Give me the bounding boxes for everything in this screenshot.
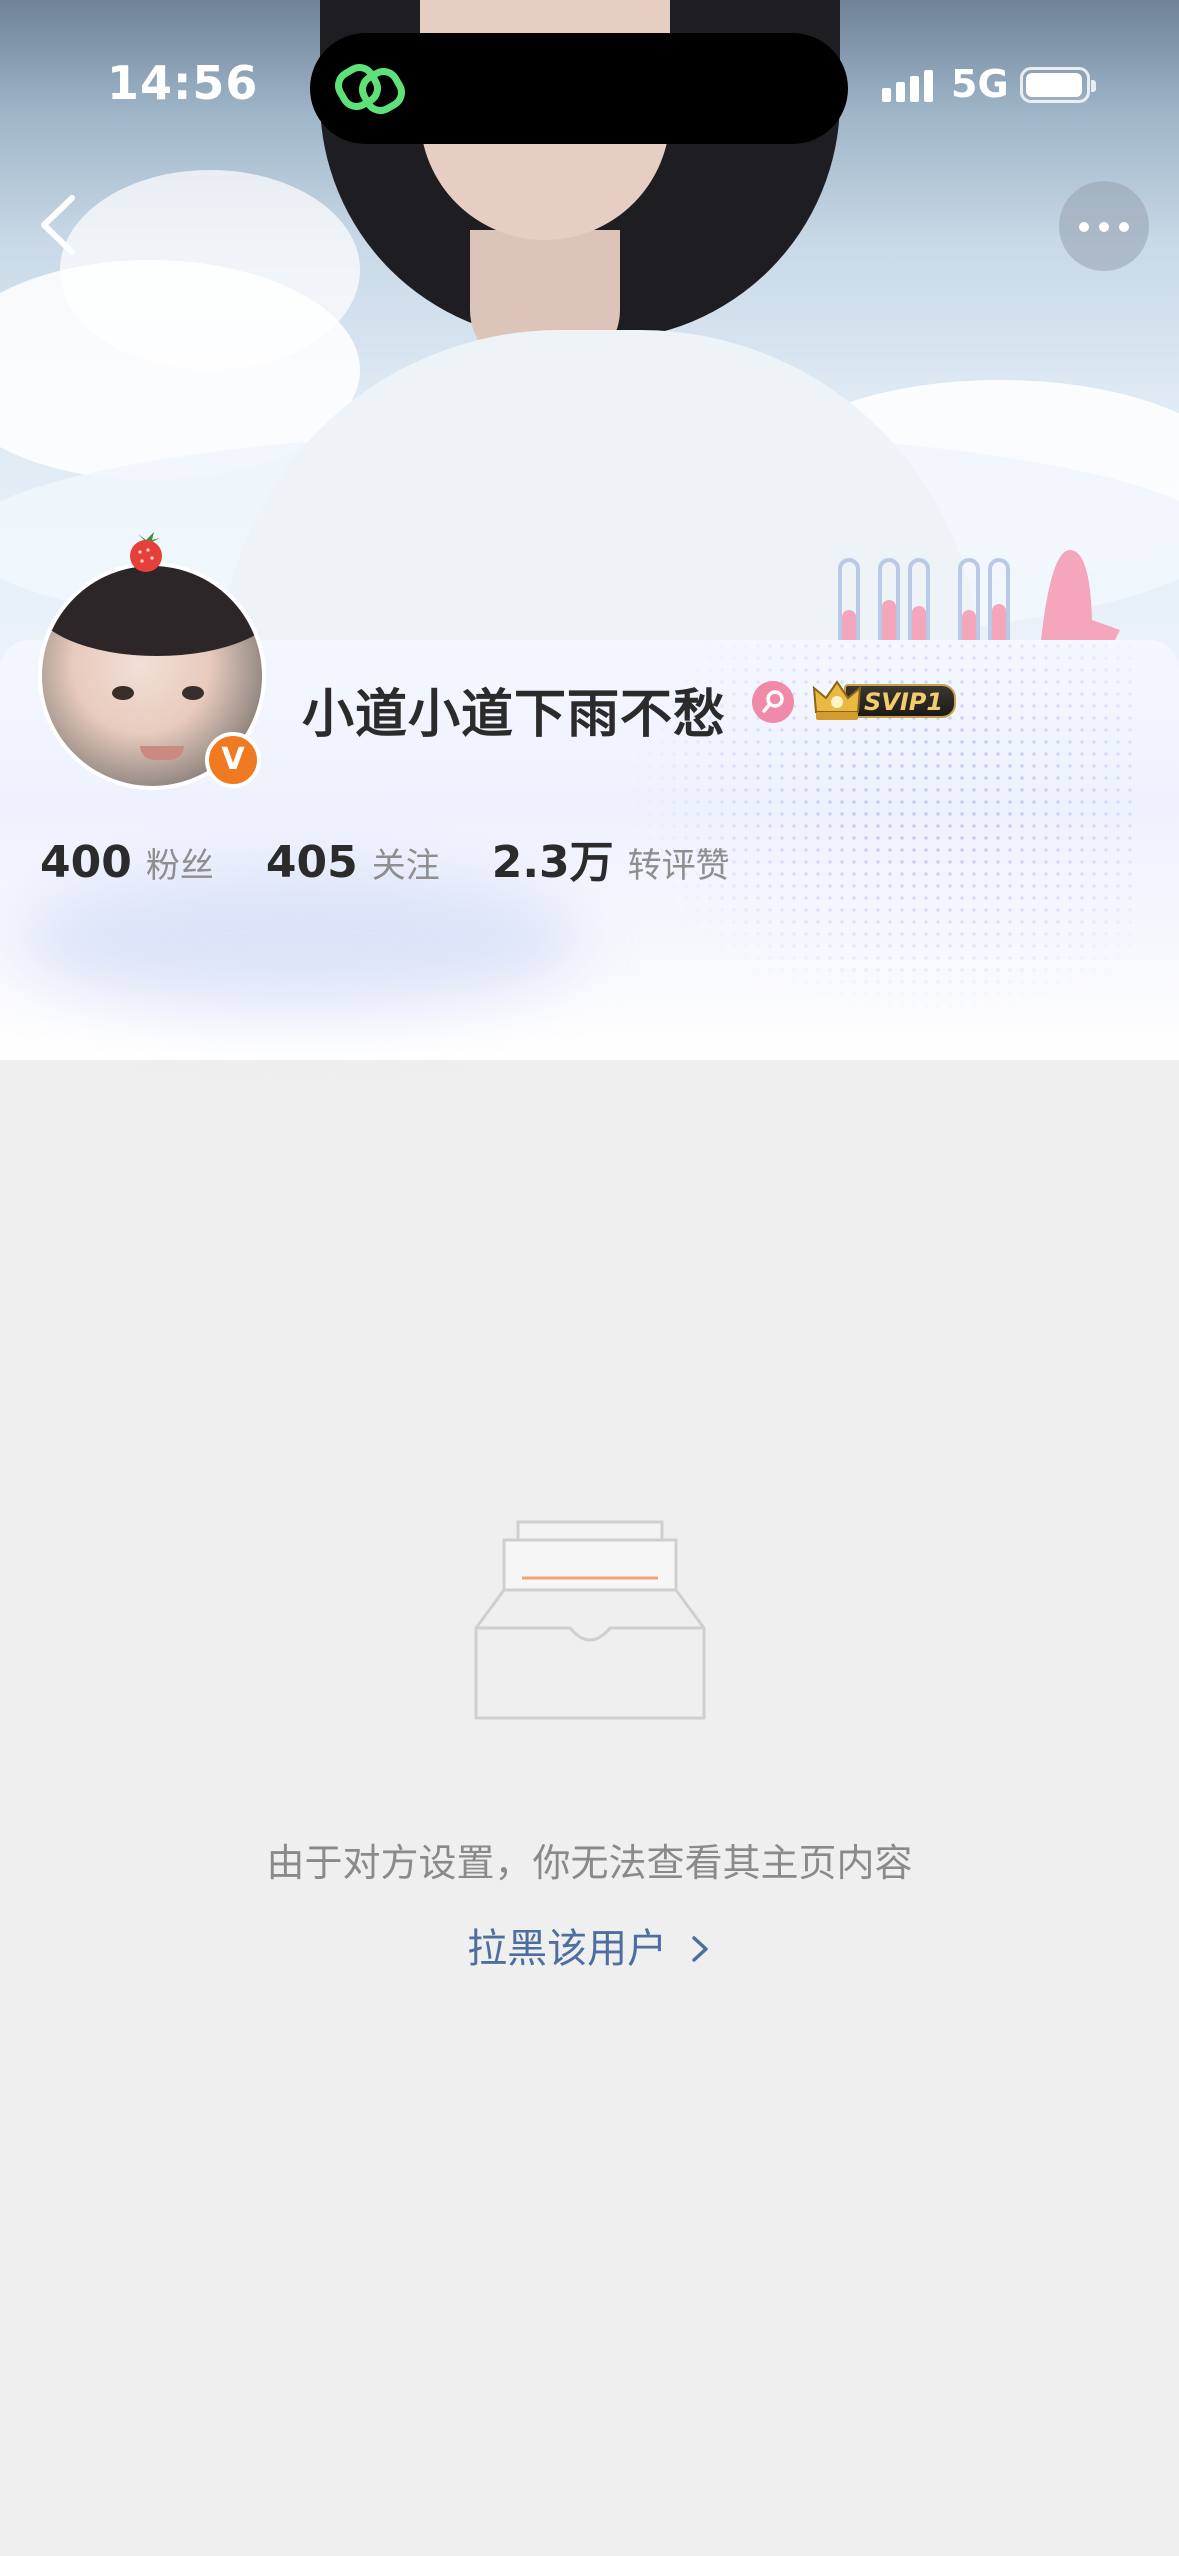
network-type: 5G	[951, 62, 1009, 106]
stat-value: 400	[40, 837, 132, 888]
status-time: 14:56	[107, 56, 259, 110]
link-activity-icon	[335, 64, 405, 114]
stat-followers[interactable]: 400 粉丝	[40, 837, 214, 888]
more-options-button[interactable]	[1059, 181, 1149, 271]
stat-following[interactable]: 405 关注	[266, 837, 440, 888]
signal-icon	[882, 70, 938, 102]
battery-icon	[1020, 67, 1096, 103]
block-user-label: 拉黑该用户	[467, 1926, 668, 1972]
verified-badge: V	[205, 732, 261, 788]
empty-state-message: 由于对方设置，你无法查看其主页内容	[266, 1841, 913, 1885]
stat-label: 粉丝	[145, 846, 214, 886]
stat-value: 2.3万	[491, 837, 614, 888]
stats-row: 400 粉丝 405 关注 2.3万 转评赞	[40, 826, 782, 888]
username: 小道小道下雨不愁	[302, 685, 727, 745]
stat-likes[interactable]: 2.3万 转评赞	[492, 826, 730, 890]
svip-label: SVIP1	[864, 688, 944, 716]
empty-inbox-icon	[474, 1520, 706, 1720]
strawberry-icon	[130, 532, 162, 572]
chevron-right-icon	[692, 1936, 708, 1962]
stat-label: 关注	[371, 846, 440, 886]
svip-crown-badge[interactable]: SVIP1	[810, 676, 958, 724]
block-user-link[interactable]: 拉黑该用户	[0, 1916, 1179, 1974]
dynamic-island	[310, 33, 848, 144]
stat-label: 转评赞	[627, 846, 730, 886]
chevron-left-icon[interactable]	[28, 190, 98, 260]
crown-icon	[812, 680, 862, 720]
stat-value: 405	[265, 837, 358, 888]
status-bar: 14:56 5G	[0, 0, 1179, 170]
more-dots-icon	[1079, 222, 1089, 232]
pink-search-badge[interactable]	[752, 681, 794, 723]
